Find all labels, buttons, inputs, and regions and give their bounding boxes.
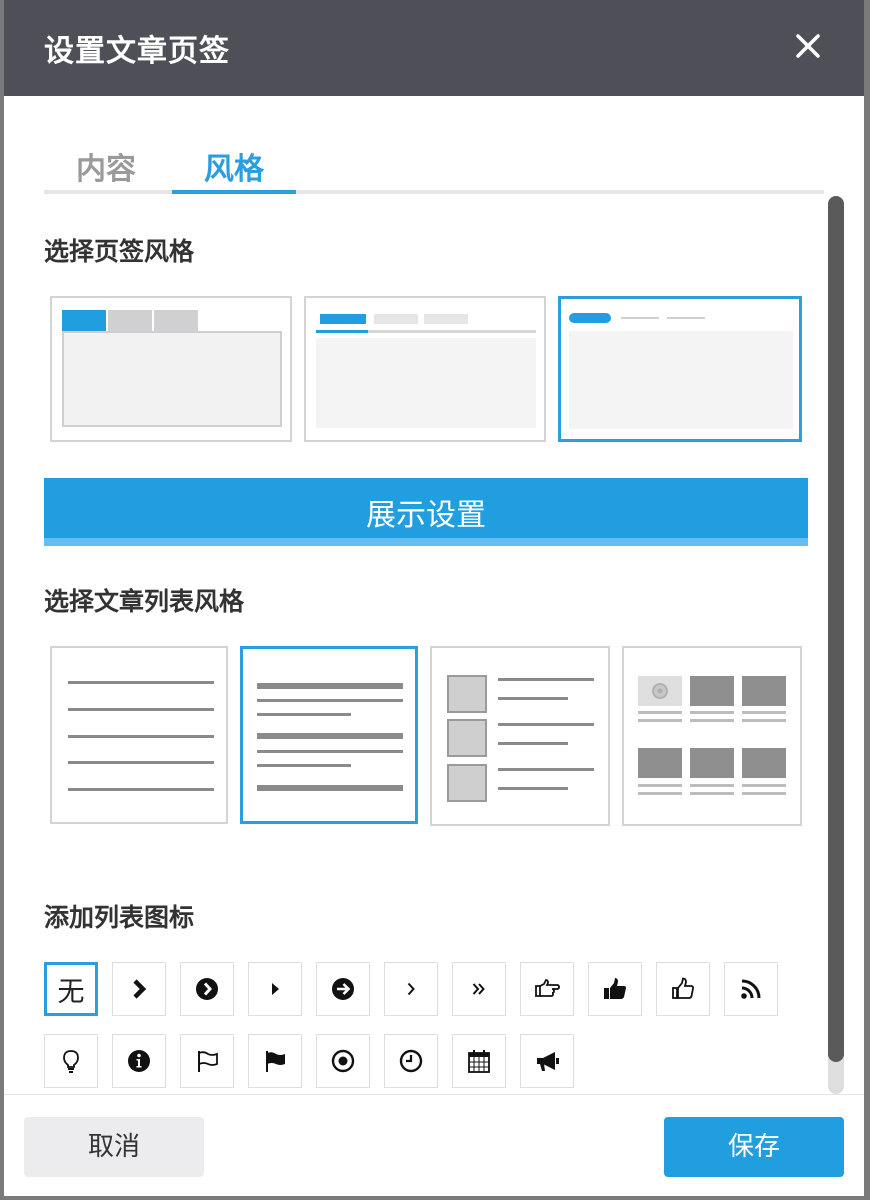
double-angle-right-icon <box>472 983 485 995</box>
image-grid-preview <box>638 676 786 795</box>
save-button[interactable]: 保存 <box>664 1117 844 1177</box>
icon-none-label: 无 <box>57 976 85 1008</box>
dialog-scrollbar[interactable] <box>828 196 844 1094</box>
calendar-icon <box>468 1050 490 1073</box>
dot-circle-icon <box>331 1049 355 1073</box>
tab-style-label: 风格 <box>204 152 264 187</box>
dialog-title: 设置文章页签 <box>44 34 230 69</box>
scrollbar-thumb[interactable] <box>828 196 844 1062</box>
angle-right-icon <box>407 982 415 996</box>
close-icon <box>796 34 820 58</box>
circle-arrow-right-icon <box>332 978 354 1000</box>
icon-option-hand-pointing[interactable] <box>520 962 574 1016</box>
list-icon-section-title: 添加列表图标 <box>44 903 195 932</box>
boxed-tabs-preview <box>62 310 282 427</box>
icon-option-flag-outline[interactable] <box>180 1034 234 1088</box>
icon-option-calendar[interactable] <box>452 1034 506 1088</box>
list-style-option-image-grid[interactable] <box>622 646 802 826</box>
underline-tabs-preview <box>316 314 536 428</box>
icon-option-clock[interactable] <box>384 1034 438 1088</box>
chevron-right-bold-icon <box>133 979 147 999</box>
icon-option-caret[interactable] <box>248 962 302 1016</box>
tab-style-option-boxed[interactable] <box>50 296 292 442</box>
icon-option-bullhorn[interactable] <box>520 1034 574 1088</box>
flag-solid-icon <box>266 1051 285 1072</box>
thumbnail-list-preview <box>447 675 594 802</box>
tab-settings-dialog: 设置文章页签 内容 风格 选择页签风格 展示设置 选择文章列表风格 添加列表图标… <box>4 0 864 1196</box>
text-lines-preview <box>68 681 214 791</box>
tab-style-option-pill[interactable] <box>558 296 802 442</box>
list-style-option-title-summary[interactable] <box>240 646 418 824</box>
tab-content[interactable]: 内容 <box>44 140 168 198</box>
icon-option-thumbs-up-outline[interactable] <box>656 962 710 1016</box>
close-button[interactable] <box>788 26 828 66</box>
rss-icon <box>741 979 761 999</box>
display-settings-label: 展示设置 <box>366 498 486 533</box>
active-tab-underline <box>172 190 296 194</box>
icon-option-none[interactable]: 无 <box>44 962 98 1016</box>
display-settings-button[interactable]: 展示设置 <box>44 478 808 546</box>
tab-style-section-title: 选择页签风格 <box>44 237 195 266</box>
thumbs-up-outline-icon <box>672 977 694 999</box>
cancel-button[interactable]: 取消 <box>24 1117 204 1177</box>
info-circle-icon <box>128 1050 150 1072</box>
list-style-option-thumbnail-list[interactable] <box>430 646 610 826</box>
icon-option-chevron-bold[interactable] <box>112 962 166 1016</box>
lightbulb-icon <box>63 1050 79 1073</box>
icon-option-circle-arrow[interactable] <box>316 962 370 1016</box>
banner-stripe <box>44 538 808 546</box>
list-style-option-text-lines[interactable] <box>50 646 228 824</box>
icon-option-double-angle[interactable] <box>452 962 506 1016</box>
icon-option-angle[interactable] <box>384 962 438 1016</box>
dialog-footer: 取消 保存 <box>4 1094 864 1196</box>
icon-option-info[interactable] <box>112 1034 166 1088</box>
icon-option-dot-circle[interactable] <box>316 1034 370 1088</box>
icon-option-lightbulb[interactable] <box>44 1034 98 1088</box>
icon-option-flag-solid[interactable] <box>248 1034 302 1088</box>
pill-tabs-preview <box>569 313 793 429</box>
caret-right-icon <box>272 983 279 995</box>
icon-option-thumbs-up-solid[interactable] <box>588 962 642 1016</box>
hand-pointing-right-icon <box>535 979 560 997</box>
dialog-header: 设置文章页签 <box>4 0 864 96</box>
icon-option-circle-chevron[interactable] <box>180 962 234 1016</box>
tab-style-option-underline[interactable] <box>304 296 546 442</box>
clock-icon <box>399 1049 423 1073</box>
tab-style[interactable]: 风格 <box>172 140 296 198</box>
bullhorn-icon <box>537 1052 559 1071</box>
thumbs-up-solid-icon <box>604 978 626 999</box>
list-style-section-title: 选择文章列表风格 <box>44 587 245 616</box>
icon-option-rss[interactable] <box>724 962 778 1016</box>
dialog-tabs: 内容 风格 <box>44 140 824 196</box>
title-summary-preview <box>257 683 403 791</box>
circle-chevron-right-icon <box>196 978 218 1000</box>
flag-outline-icon <box>198 1051 218 1072</box>
